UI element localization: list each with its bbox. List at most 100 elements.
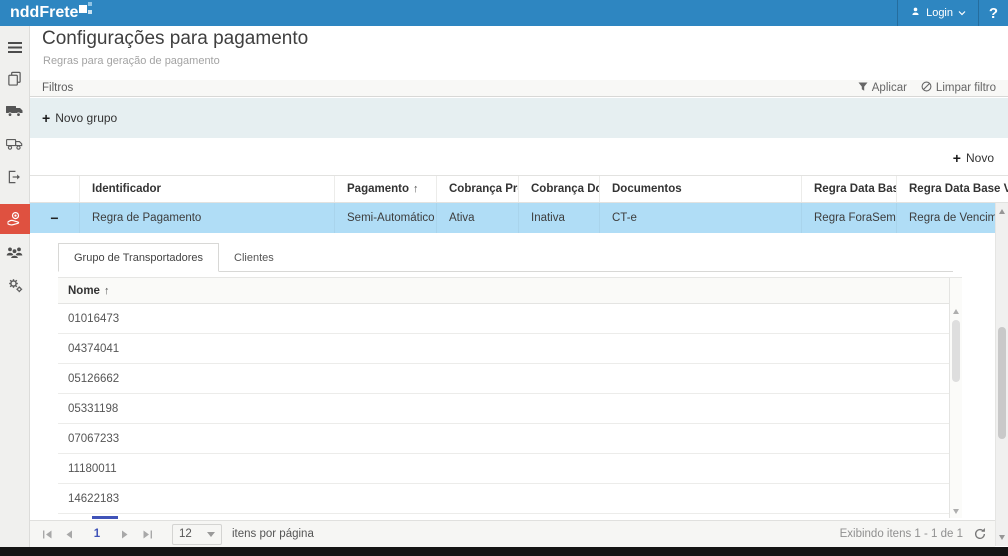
cell-cobranca-doccob: Inativa: [519, 203, 600, 233]
cell-pagamento: Semi-Automático: [335, 203, 437, 233]
sort-asc-icon: ↑: [103, 284, 110, 297]
grid-header-row: Identificador Pagamento↑ Cobrança Prefat…: [30, 175, 1008, 203]
column-cobranca-doccob[interactable]: Cobrança DocCob: [519, 176, 600, 202]
scrollbar-thumb[interactable]: [952, 320, 960, 382]
sort-asc-icon: ↑: [413, 183, 419, 195]
cell-regra-data-base-venc: Regra de Vencimento d...: [909, 212, 995, 224]
column-regra-data-base-pag[interactable]: Regra Data Base Pag...: [802, 176, 897, 202]
logo-squares-icon: [79, 2, 93, 16]
page-subtitle: Regras para geração de pagamento: [43, 55, 220, 67]
filters-title: Filtros: [42, 82, 74, 94]
list-item[interactable]: 04374041: [58, 334, 949, 364]
sidebar-item-documents[interactable]: [0, 63, 30, 93]
window-bottom-edge: [0, 547, 1008, 556]
per-page-label: itens por página: [232, 528, 314, 540]
scrollbar-thumb[interactable]: [998, 327, 1006, 439]
exit-arrow-icon: [7, 170, 22, 184]
menu-toggle-button[interactable]: [0, 32, 30, 62]
column-regra-data-base-venc[interactable]: Regra Data Base Venc...: [897, 176, 1008, 202]
topbar: nddFrete Login ?: [0, 0, 1008, 26]
cell-regra-data-base-pag: Regra ForaSemana: [802, 203, 897, 233]
pager-status: Exibindo itens 1 - 1 de 1: [839, 528, 963, 540]
page-number-current[interactable]: 1: [80, 528, 114, 540]
list-item[interactable]: 11180011: [58, 454, 949, 484]
app-window: nddFrete Login ? Configurações para paga…: [0, 0, 1008, 556]
tab-grupo-de-transportadores[interactable]: Grupo de Transportadores: [58, 243, 220, 272]
inner-column-nome[interactable]: Nome ↑: [58, 278, 949, 304]
list-item[interactable]: 01016473: [58, 304, 949, 334]
user-icon: [910, 6, 921, 20]
table-row-selected[interactable]: − Regra de Pagamento Semi-Automático Ati…: [30, 203, 995, 233]
list-item[interactable]: 05331198: [58, 394, 949, 424]
list-item[interactable]: 07067233: [58, 424, 949, 454]
hamburger-icon: [7, 41, 22, 53]
column-documentos[interactable]: Documentos: [600, 176, 802, 202]
scroll-down-arrow-icon[interactable]: [999, 535, 1005, 540]
apply-filter-button[interactable]: Aplicar: [858, 82, 907, 95]
sidebar-item-users[interactable]: [0, 237, 30, 267]
truck-icon: [6, 104, 23, 118]
gears-icon: [7, 277, 23, 293]
help-button[interactable]: ?: [978, 0, 1008, 26]
plus-icon: +: [42, 110, 51, 126]
apply-filter-label: Aplicar: [871, 82, 907, 94]
new-button-label: Novo: [965, 151, 994, 165]
row-detail-panel: Grupo de Transportadores Clientes Nome ↑…: [30, 233, 995, 520]
column-pagamento[interactable]: Pagamento ↑: [335, 176, 437, 202]
page-size-select[interactable]: 12: [172, 523, 222, 545]
cell-cobranca-prefat: Ativa: [437, 203, 519, 233]
sidebar-item-truck[interactable]: [0, 96, 30, 126]
chevron-down-icon: [958, 7, 966, 19]
next-page-button[interactable]: [114, 521, 136, 548]
clear-filter-button[interactable]: Limpar filtro: [921, 81, 996, 95]
sidebar-item-settings[interactable]: [0, 270, 30, 300]
new-group-label: Novo grupo: [55, 111, 118, 125]
inner-grid: Nome ↑ 01016473 04374041 05126662 053311…: [58, 277, 962, 518]
truck-outline-icon: [6, 137, 23, 151]
cancel-circle-icon: [921, 81, 932, 95]
detail-tabs: Grupo de Transportadores Clientes: [58, 243, 289, 272]
filters-bar: Filtros Aplicar Limpar filtro: [30, 80, 1008, 97]
tab-clientes[interactable]: Clientes: [219, 243, 289, 272]
login-menu[interactable]: Login: [897, 0, 978, 26]
sidebar-item-export[interactable]: [0, 162, 30, 192]
plus-icon: +: [952, 150, 961, 166]
inner-vertical-scrollbar[interactable]: [949, 278, 962, 518]
inner-horizontal-scrollbar-thumb[interactable]: [92, 516, 118, 519]
login-label: Login: [926, 7, 953, 19]
funnel-icon: [858, 82, 868, 95]
help-icon: ?: [988, 4, 999, 22]
logo-text: nddFrete: [10, 4, 79, 21]
sidebar-item-payment[interactable]: [0, 204, 30, 234]
clear-filter-label: Limpar filtro: [935, 82, 996, 94]
new-button[interactable]: + Novo: [953, 151, 994, 165]
pager: 1 12 itens por página Exibindo itens 1 -…: [30, 520, 995, 547]
first-page-button[interactable]: [36, 521, 58, 548]
scroll-up-arrow-icon[interactable]: [999, 209, 1005, 214]
list-item[interactable]: 05126662: [58, 364, 949, 394]
sidebar: [0, 26, 30, 547]
scroll-down-arrow-icon[interactable]: [953, 509, 959, 514]
documents-icon: [7, 71, 22, 86]
previous-page-button[interactable]: [58, 521, 80, 548]
new-group-button[interactable]: + Novo grupo: [42, 111, 117, 125]
column-cobranca-prefat[interactable]: Cobrança Prefat: [437, 176, 519, 202]
last-page-button[interactable]: [136, 521, 158, 548]
cell-identificador: Regra de Pagamento: [80, 203, 335, 233]
users-icon: [6, 246, 23, 259]
hand-coin-icon: [6, 211, 23, 227]
refresh-button[interactable]: [973, 527, 987, 541]
sidebar-item-truck-outline[interactable]: [0, 129, 30, 159]
chevron-down-icon: [207, 531, 215, 537]
filters-panel: + Novo grupo: [30, 98, 1008, 138]
column-identificador[interactable]: Identificador: [80, 176, 335, 202]
minus-icon: −: [50, 210, 59, 226]
cell-documentos: CT-e: [600, 203, 802, 233]
outer-vertical-scrollbar[interactable]: [995, 203, 1008, 546]
page-size-value: 12: [179, 528, 192, 540]
list-item[interactable]: 14622183: [58, 484, 949, 514]
app-logo[interactable]: nddFrete: [10, 1, 93, 25]
collapse-row-button[interactable]: −: [30, 203, 80, 233]
column-expander: [30, 176, 80, 202]
scroll-up-arrow-icon[interactable]: [953, 309, 959, 314]
